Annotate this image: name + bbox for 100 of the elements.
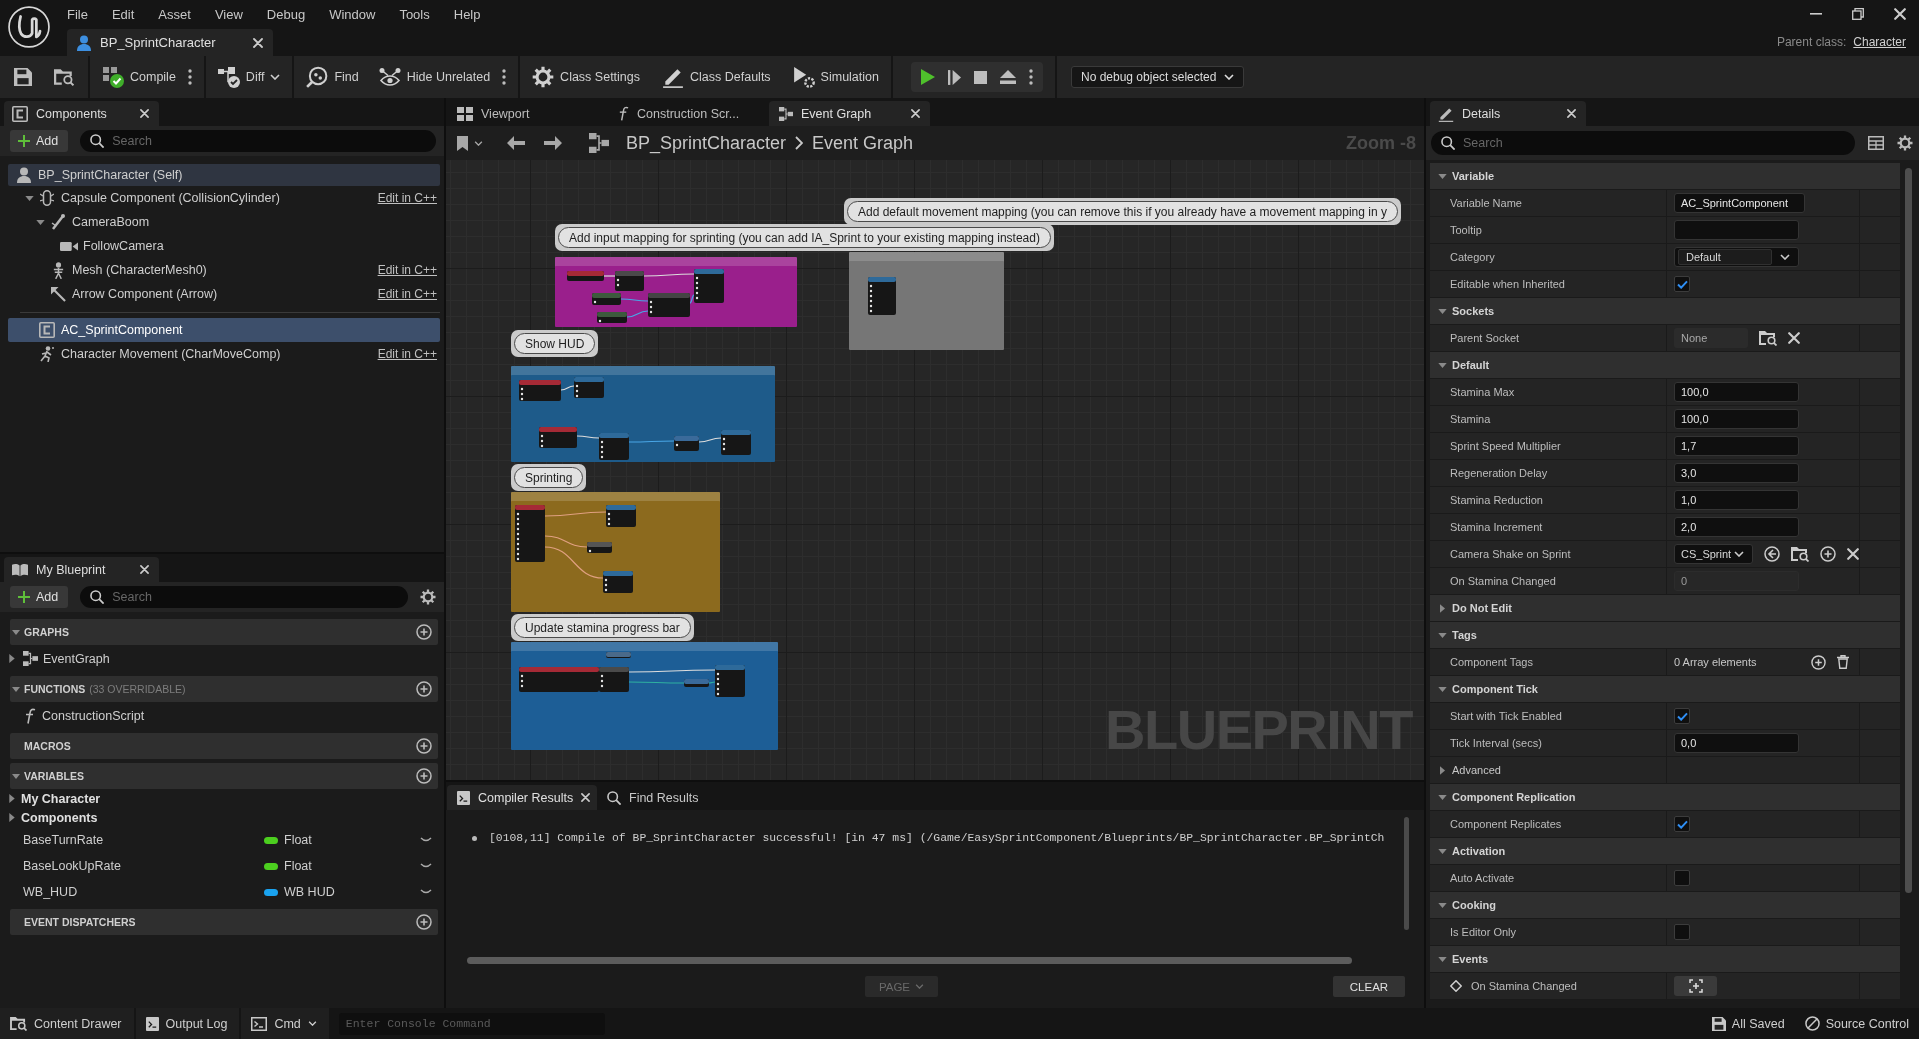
edit-link[interactable]: Edit in C++	[377, 287, 437, 301]
forward-arrow-icon[interactable]	[544, 136, 562, 150]
section-header[interactable]: VARIABLES	[10, 763, 438, 789]
bookmark-icon[interactable]	[457, 135, 468, 151]
panel-tab[interactable]: Find Results	[597, 785, 709, 810]
expand-arrow-icon[interactable]	[12, 773, 20, 779]
search-field[interactable]: Search	[80, 130, 436, 152]
expand-arrow-icon[interactable]	[9, 794, 15, 803]
checkbox[interactable]	[1674, 708, 1690, 724]
folder-search-icon[interactable]	[1759, 330, 1777, 346]
breadcrumb-item[interactable]: Event Graph	[812, 132, 914, 154]
tree-item[interactable]: Arrow Component (Arrow) Edit in C++	[8, 282, 440, 306]
menu-item[interactable]: Asset	[146, 6, 203, 22]
breadcrumb-item[interactable]: BP_SprintCharacter	[626, 132, 787, 154]
more-options-icon[interactable]	[1029, 69, 1033, 85]
settings-icon[interactable]	[1897, 135, 1913, 151]
step-icon[interactable]	[948, 69, 961, 85]
expand-arrow-icon[interactable]	[9, 813, 15, 822]
section-header[interactable]: Activation	[1430, 838, 1900, 865]
expand-arrow-icon[interactable]	[1437, 173, 1447, 179]
section-header[interactable]: Events	[1430, 946, 1900, 973]
expand-arrow-icon[interactable]	[1439, 603, 1445, 613]
text-field[interactable]: 1,7	[1674, 436, 1799, 456]
folder-search-icon[interactable]	[1791, 546, 1809, 562]
add-circle-icon[interactable]	[1820, 546, 1836, 562]
close-icon[interactable]	[1567, 109, 1576, 118]
menu-item[interactable]: Help	[441, 6, 493, 22]
expand-arrow-icon[interactable]	[1437, 902, 1447, 908]
section-header[interactable]: Variable	[1430, 163, 1900, 190]
toolbar-button[interactable]: Compile	[96, 61, 176, 93]
parent-class-link[interactable]: Character	[1853, 35, 1906, 49]
panel-tab[interactable]: Components	[4, 101, 159, 126]
tree-item[interactable]: BP_SprintCharacter (Self)	[8, 164, 440, 186]
expand-arrow-icon[interactable]	[25, 195, 34, 201]
search-field[interactable]: Search	[1431, 131, 1855, 155]
toolbar-button[interactable]: Class Settings	[526, 61, 646, 93]
menu-item[interactable]: Debug	[254, 6, 318, 22]
toolbar-button[interactable]: Class Defaults	[656, 61, 777, 93]
menu-item[interactable]: Edit	[99, 6, 147, 22]
expand-arrow-icon[interactable]	[12, 686, 20, 692]
category-item[interactable]: Components	[0, 808, 444, 827]
text-field[interactable]: 100,0	[1674, 409, 1799, 429]
chevron-icon[interactable]	[420, 889, 432, 895]
chevron-icon[interactable]	[420, 837, 432, 843]
status-indicator[interactable]: Source Control	[1794, 1008, 1919, 1039]
close-icon[interactable]	[1894, 8, 1906, 20]
section-header[interactable]: Cooking	[1430, 892, 1900, 919]
arrow-circle-icon[interactable]	[1764, 546, 1780, 562]
section-header[interactable]: Do Not Edit	[1430, 595, 1900, 622]
close-icon[interactable]	[1788, 332, 1800, 344]
trash-icon[interactable]	[1837, 655, 1849, 669]
expand-arrow-icon[interactable]	[1437, 686, 1447, 692]
add-circle-icon[interactable]	[1811, 654, 1826, 670]
section-header[interactable]: Component Replication	[1430, 784, 1900, 811]
section-header[interactable]: Component Tick	[1430, 676, 1900, 703]
section-header[interactable]: MACROS	[10, 733, 438, 759]
close-icon[interactable]	[253, 37, 263, 48]
scrollbar[interactable]	[1404, 817, 1409, 930]
close-icon[interactable]	[140, 565, 149, 574]
section-header[interactable]: Tags	[1430, 622, 1900, 649]
save-icon[interactable]	[14, 68, 32, 86]
close-icon[interactable]	[581, 793, 591, 802]
add-event-button[interactable]	[1674, 976, 1717, 996]
tree-item[interactable]: Character Movement (CharMoveComp) Edit in C++	[8, 342, 440, 366]
expand-arrow-icon[interactable]	[1437, 632, 1447, 638]
section-header[interactable]: Sockets	[1430, 298, 1900, 325]
eject-icon[interactable]	[1000, 70, 1016, 84]
caret-icon[interactable]	[474, 140, 483, 146]
edit-link[interactable]: Edit in C++	[377, 263, 437, 277]
menu-item[interactable]: Tools	[387, 6, 442, 22]
tree-item[interactable]: CameraBoom	[8, 210, 440, 234]
category-item[interactable]: My Character	[0, 789, 444, 808]
checkbox[interactable]	[1674, 870, 1690, 886]
text-field[interactable]: 3,0	[1674, 463, 1799, 483]
text-field[interactable]: 100,0	[1674, 382, 1799, 402]
add-circle-icon[interactable]	[416, 738, 432, 754]
tree-item[interactable]: FollowCamera	[8, 234, 440, 258]
play-icon[interactable]	[921, 69, 935, 85]
variable-name[interactable]: WB_HUD	[23, 885, 264, 899]
panel-tab[interactable]: Details	[1430, 101, 1586, 126]
close-icon[interactable]	[140, 109, 149, 118]
close-icon[interactable]	[1847, 548, 1859, 560]
console-input[interactable]: Enter Console Command	[338, 1012, 605, 1035]
tree-item[interactable]: AC_SprintComponent	[8, 318, 440, 342]
document-tab[interactable]: BP_SprintCharacter	[67, 29, 273, 56]
add-button[interactable]: Add	[10, 130, 69, 152]
settings-icon[interactable]	[420, 589, 436, 605]
add-circle-icon[interactable]	[416, 624, 432, 640]
asset-dropdown[interactable]: CS_Sprint	[1674, 544, 1753, 564]
toolbar-button[interactable]: Hide Unrelated	[372, 61, 491, 93]
function-item[interactable]: ConstructionScript	[0, 702, 444, 729]
checkbox[interactable]	[1674, 276, 1690, 292]
toolbar-button[interactable]: Diff	[211, 61, 287, 93]
add-circle-icon[interactable]	[416, 768, 432, 784]
tree-item[interactable]: Mesh (CharacterMesh0) Edit in C++	[8, 258, 440, 282]
expand-arrow-icon[interactable]	[1437, 848, 1447, 854]
text-field[interactable]: 2,0	[1674, 517, 1799, 537]
expand-arrow-icon[interactable]	[1437, 794, 1447, 800]
graph-item[interactable]: EventGraph	[0, 645, 444, 672]
restore-icon[interactable]	[1852, 8, 1864, 20]
